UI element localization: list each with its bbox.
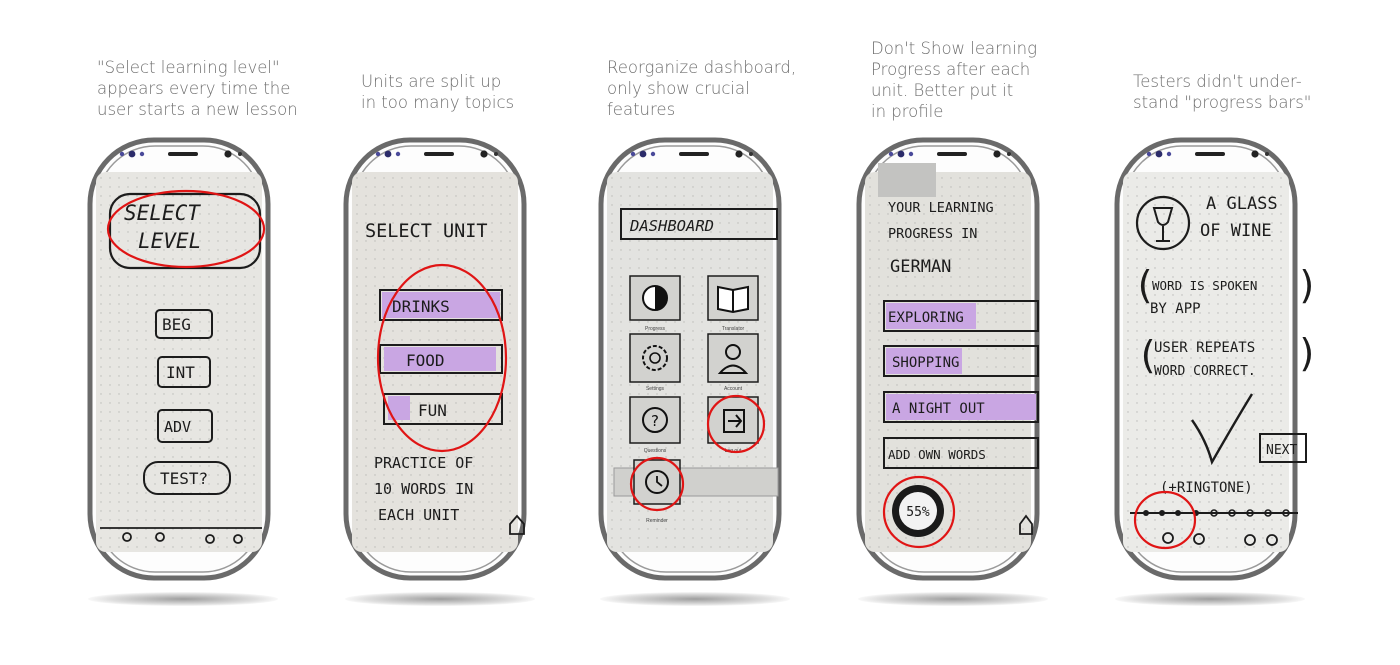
tile-label: Translator — [722, 326, 745, 332]
tile-label: Settings — [646, 386, 665, 392]
level-label-adv: ADV — [164, 418, 191, 436]
topic-label-shopping: SHOPPING — [892, 355, 959, 371]
word-line-1: A GLASS — [1206, 194, 1278, 214]
unit-label-food: FOOD — [406, 351, 445, 370]
title-line-2: LEVEL — [138, 229, 201, 253]
topic-label-add-words: ADD OWN WORDS — [888, 447, 986, 462]
topic-label-exploring: EXPLORING — [888, 310, 964, 326]
title-line-2: PROGRESS IN — [888, 226, 977, 242]
title-line-1: SELECT — [124, 201, 201, 225]
note-2-line-1: USER REPEATS — [1154, 340, 1255, 356]
tile-label: Questions — [644, 448, 667, 454]
progress-dot — [1159, 510, 1165, 516]
progress-percent: 55% — [906, 505, 930, 520]
book-icon — [717, 285, 749, 314]
next-label: NEXT — [1266, 443, 1297, 458]
test-label: TEST? — [160, 469, 208, 488]
level-label-beg: BEG — [162, 315, 191, 334]
note-1-line-2: BY APP — [1150, 301, 1201, 317]
word-line-2: OF WINE — [1200, 221, 1272, 241]
tile-label: Account — [724, 386, 743, 392]
tile-label: Reminder — [646, 518, 668, 524]
note-line-1: PRACTICE OF — [374, 454, 473, 472]
note-1-line-1: WORD IS SPOKEN — [1152, 278, 1257, 293]
progress-dot — [1143, 510, 1149, 516]
note-line-2: 10 WORDS IN — [374, 480, 473, 498]
tile-label: Progress — [645, 326, 666, 332]
topic-label-night-out: A NIGHT OUT — [892, 401, 985, 417]
title-line-1: YOUR LEARNING — [888, 200, 994, 216]
note-2-line-2: WORD CORRECT. — [1154, 364, 1256, 379]
note-line-3: EACH UNIT — [378, 506, 459, 524]
note-paren: ) — [1296, 331, 1319, 375]
image-placeholder — [878, 163, 936, 197]
title-line-3: GERMAN — [890, 257, 951, 277]
svg-text:?: ? — [651, 412, 659, 430]
page-title: SELECT UNIT — [365, 221, 488, 242]
sketch-board: SELECT LEVEL BEG INT ADV TEST? SELECT UN… — [0, 0, 1319, 665]
page-title: DASHBOARD — [629, 217, 714, 235]
tile-settings[interactable] — [629, 333, 681, 383]
unit-label-drinks: DRINKS — [392, 297, 450, 316]
progress-dot — [1175, 510, 1181, 516]
level-label-int: INT — [166, 363, 195, 382]
unit-label-fun: FUN — [418, 401, 447, 420]
note-paren: ) — [1296, 263, 1319, 307]
